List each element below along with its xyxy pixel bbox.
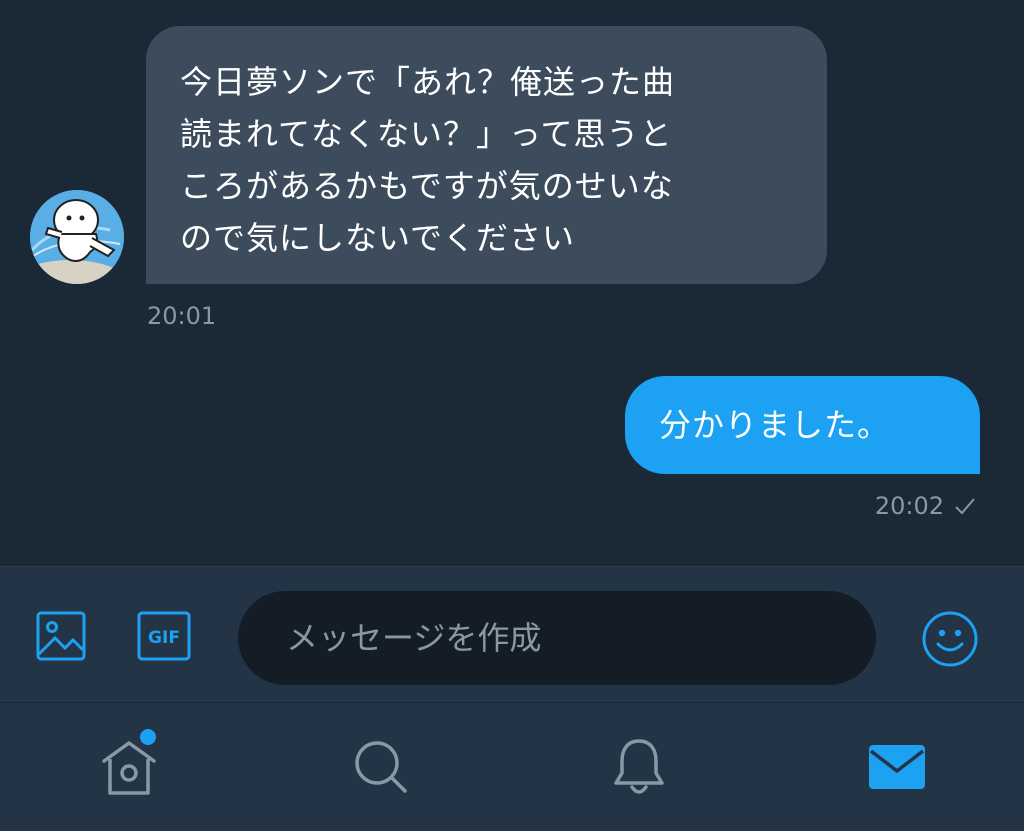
mail-icon bbox=[869, 745, 925, 789]
message-composer: GIF bbox=[0, 566, 1024, 702]
incoming-message-bubble[interactable]: 今日夢ソンで「あれ？俺送った曲 読まれてなくない？」って思うと ころがあるかもで… bbox=[146, 26, 827, 284]
outgoing-message-timestamp: 20:02 bbox=[874, 492, 944, 520]
avatar-image bbox=[30, 190, 124, 284]
avatar[interactable] bbox=[30, 190, 124, 284]
emoji-icon bbox=[922, 611, 978, 667]
tab-search[interactable] bbox=[336, 703, 426, 831]
bottom-navigation bbox=[0, 702, 1024, 831]
gif-label: GIF bbox=[148, 628, 180, 648]
outgoing-message-status: 20:02 bbox=[875, 492, 976, 520]
incoming-message-timestamp: 20:01 bbox=[147, 302, 217, 330]
message-input[interactable] bbox=[238, 591, 876, 685]
emoji-button[interactable] bbox=[920, 609, 980, 669]
checkmark-icon bbox=[955, 498, 975, 515]
add-gif-button[interactable]: GIF bbox=[136, 609, 192, 663]
conversation-view: 今日夢ソンで「あれ？俺送った曲 読まれてなくない？」って思うと ころがあるかもで… bbox=[0, 0, 1024, 566]
tab-home[interactable] bbox=[84, 703, 174, 831]
bell-icon bbox=[614, 739, 664, 794]
search-icon bbox=[355, 741, 407, 793]
tab-messages[interactable] bbox=[852, 703, 942, 831]
image-icon bbox=[36, 611, 86, 661]
outgoing-message-bubble[interactable]: 分かりました。 bbox=[625, 376, 980, 474]
notification-dot bbox=[140, 729, 156, 745]
home-icon bbox=[102, 741, 156, 795]
add-image-button[interactable] bbox=[34, 609, 88, 663]
gif-icon: GIF bbox=[137, 611, 191, 661]
tab-notifications[interactable] bbox=[594, 703, 684, 831]
